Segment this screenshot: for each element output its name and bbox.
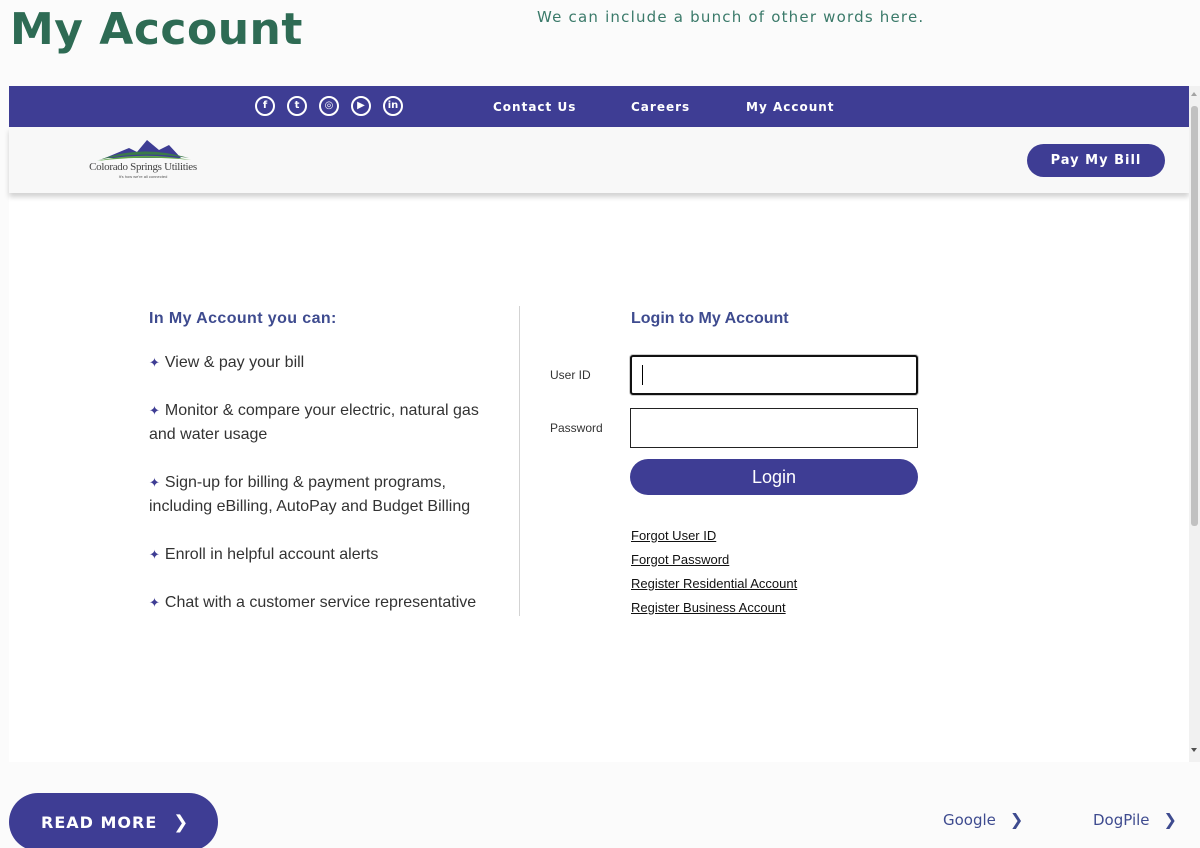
nav-my-account[interactable]: My Account <box>746 100 835 114</box>
site-header: Colorado Springs Utilities It's how we'r… <box>9 127 1189 193</box>
feature-text: Sign-up for billing & payment programs, … <box>149 474 471 515</box>
dogpile-link-label: DogPile <box>1093 810 1150 829</box>
feature-text: Chat with a customer service representat… <box>164 594 477 611</box>
sparkle-icon: ✦ <box>149 547 160 562</box>
register-residential-link[interactable]: Register Residential Account <box>631 572 797 596</box>
register-business-link[interactable]: Register Business Account <box>631 596 797 620</box>
google-link[interactable]: Google ❯ <box>943 810 1023 829</box>
feature-text: Enroll in helpful account alerts <box>164 546 379 563</box>
features-panel: In My Account you can: ✦ View & pay your … <box>149 310 509 639</box>
password-label: Password <box>550 421 603 435</box>
login-button[interactable]: Login <box>630 459 918 495</box>
forgot-password-link[interactable]: Forgot Password <box>631 548 797 572</box>
facebook-icon[interactable]: f <box>255 96 275 116</box>
feature-item: ✦ Sign-up for billing & payment programs,… <box>149 471 509 519</box>
chevron-right-icon: ❯ <box>1163 810 1177 829</box>
company-logo[interactable]: Colorado Springs Utilities It's how we'r… <box>77 136 209 186</box>
login-heading: Login to My Account <box>631 310 789 327</box>
chevron-right-icon: ❯ <box>1009 810 1024 829</box>
scroll-down-arrow-icon[interactable] <box>1191 748 1197 752</box>
frame-scrollbar[interactable] <box>1189 86 1200 762</box>
youtube-icon[interactable]: ▶ <box>351 96 371 116</box>
nav-contact-us[interactable]: Contact Us <box>493 100 576 114</box>
read-more-button[interactable]: READ MORE ❯ <box>9 793 218 848</box>
social-links: f t ◎ ▶ in <box>255 96 403 116</box>
logo-wordmark: Colorado Springs Utilities <box>89 161 197 173</box>
sparkle-icon: ✦ <box>149 403 160 418</box>
instagram-icon[interactable]: ◎ <box>319 96 339 116</box>
text-cursor <box>642 365 643 385</box>
feature-text: Monitor & compare your electric, natural… <box>149 402 479 443</box>
user-id-label: User ID <box>550 368 591 382</box>
nav-careers[interactable]: Careers <box>631 100 690 114</box>
column-divider <box>519 306 520 616</box>
user-id-input[interactable] <box>630 355 918 395</box>
page-title: My Account <box>10 4 303 55</box>
linkedin-icon[interactable]: in <box>383 96 403 116</box>
feature-item: ✦ View & pay your bill <box>149 351 509 375</box>
sparkle-icon: ✦ <box>149 595 160 610</box>
chevron-right-icon: ❯ <box>173 811 190 833</box>
feature-list: ✦ View & pay your bill ✦ Monitor & compare… <box>149 351 509 615</box>
google-link-label: Google <box>943 810 996 829</box>
logo-tagline: It's how we're all connected <box>118 174 168 179</box>
pay-my-bill-button[interactable]: Pay My Bill <box>1027 144 1165 177</box>
dogpile-link[interactable]: DogPile ❯ <box>1093 810 1177 829</box>
scroll-thumb[interactable] <box>1191 106 1198 526</box>
forgot-user-id-link[interactable]: Forgot User ID <box>631 524 797 548</box>
feature-item: ✦ Chat with a customer service representa… <box>149 591 509 615</box>
features-heading: In My Account you can: <box>149 310 337 327</box>
page-tagline: We can include a bunch of other words he… <box>537 8 925 26</box>
twitter-icon[interactable]: t <box>287 96 307 116</box>
mountain-logo-icon <box>97 140 191 161</box>
feature-item: ✦ Enroll in helpful account alerts <box>149 543 509 567</box>
sparkle-icon: ✦ <box>149 355 160 370</box>
sparkle-icon: ✦ <box>149 475 160 490</box>
embedded-page-frame: f t ◎ ▶ in Contact Us Careers My Account… <box>9 86 1189 762</box>
top-navigation-bar: f t ◎ ▶ in Contact Us Careers My Account <box>9 86 1189 127</box>
feature-item: ✦ Monitor & compare your electric, natura… <box>149 399 509 447</box>
read-more-label: READ MORE <box>41 812 158 832</box>
password-input[interactable] <box>630 408 918 448</box>
feature-text: View & pay your bill <box>164 354 305 371</box>
scroll-up-arrow-icon[interactable] <box>1191 92 1197 96</box>
account-links: Forgot User ID Forgot Password Register … <box>631 524 797 620</box>
